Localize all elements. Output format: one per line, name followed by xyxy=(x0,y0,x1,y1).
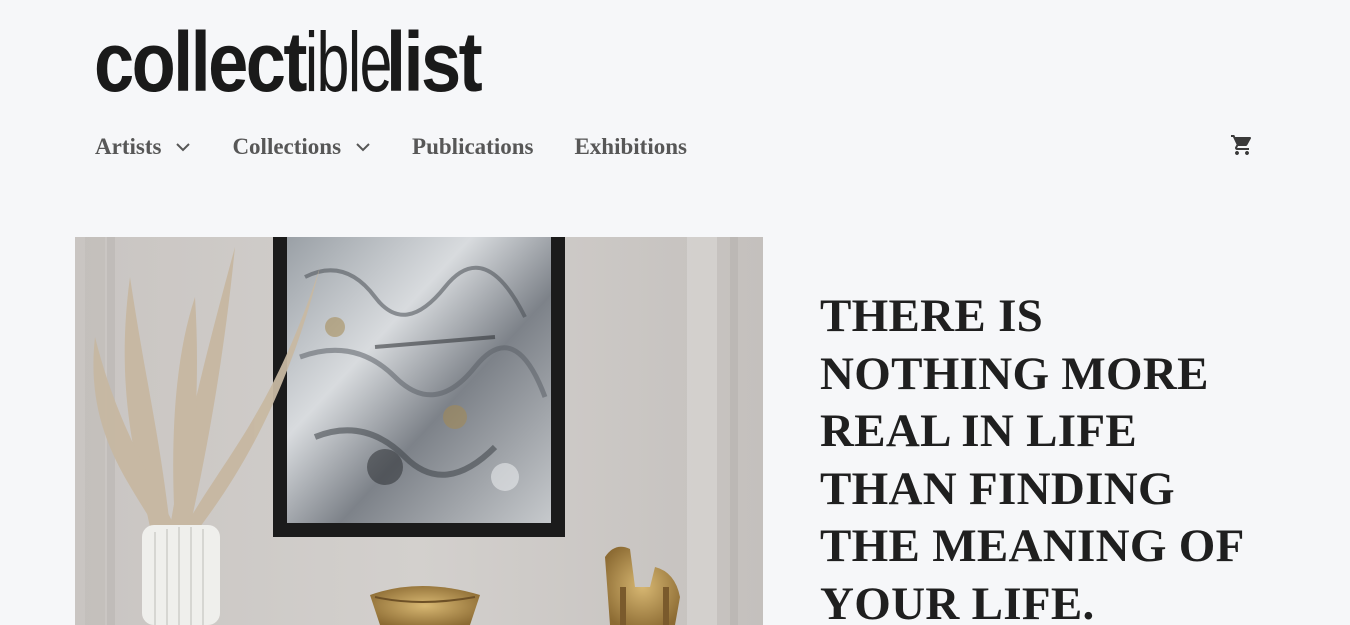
shopping-cart-icon[interactable] xyxy=(1230,133,1254,157)
logo-part-collect: collect xyxy=(94,15,307,109)
hero-image xyxy=(75,237,763,625)
logo-part-ible: ible xyxy=(305,15,392,109)
nav-item-collections[interactable]: Collections xyxy=(232,134,371,160)
logo-part-list: list xyxy=(385,15,483,109)
hero-quote-heading: THERE IS NOTHING MORE REAL IN LIFE THAN … xyxy=(820,290,1243,625)
main-nav: Artists Collections Publications Exhibit… xyxy=(95,128,728,166)
chevron-down-icon xyxy=(176,143,191,152)
nav-item-exhibitions[interactable]: Exhibitions xyxy=(574,134,687,160)
nav-item-label: Artists xyxy=(95,134,162,159)
room-scene-illustration xyxy=(75,237,763,625)
nav-item-label: Collections xyxy=(232,134,342,159)
site-logo[interactable]: collect ible list xyxy=(94,14,495,104)
nav-item-artists[interactable]: Artists xyxy=(95,134,191,160)
chevron-down-icon xyxy=(356,143,370,152)
nav-item-label: Exhibitions xyxy=(574,134,687,159)
nav-item-label: Publications xyxy=(412,134,534,159)
nav-item-publications[interactable]: Publications xyxy=(412,134,533,160)
